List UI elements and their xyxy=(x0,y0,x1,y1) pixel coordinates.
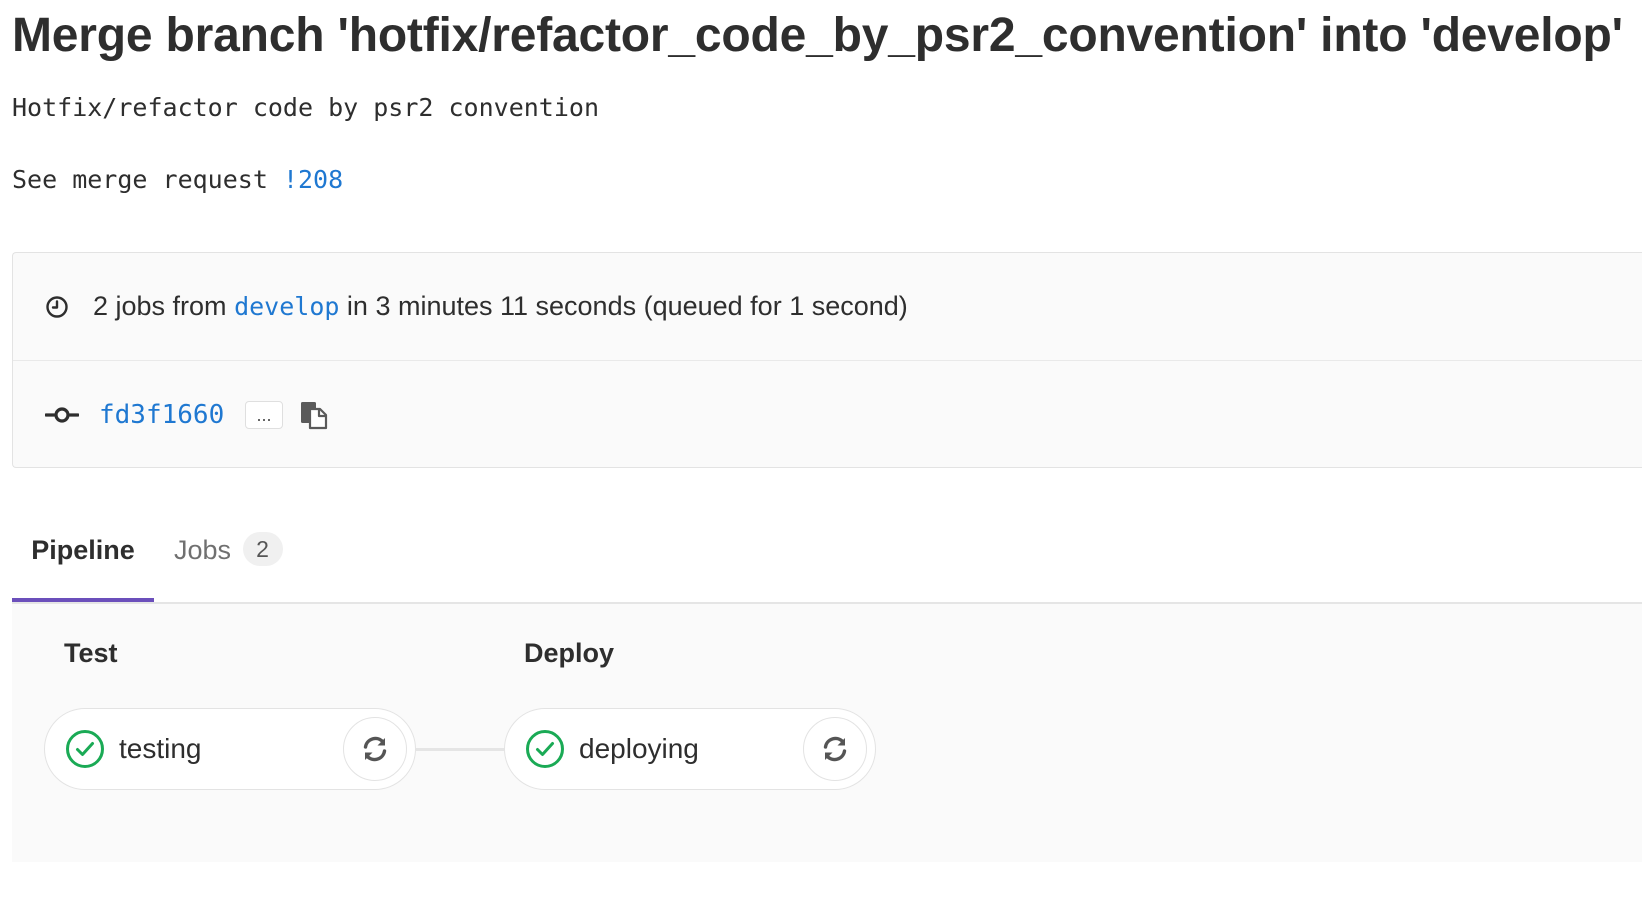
job-deploying[interactable]: deploying xyxy=(504,708,876,790)
tab-jobs[interactable]: Jobs 2 xyxy=(174,506,283,602)
commit-description-line: Hotfix/refactor code by psr2 convention xyxy=(12,93,599,122)
retry-icon xyxy=(363,736,387,762)
stage-title-test: Test xyxy=(64,638,118,668)
check-circle-icon xyxy=(526,730,564,768)
job-testing[interactable]: testing xyxy=(44,708,416,790)
pipeline-summary: 2 jobs from develop in 3 minutes 11 seco… xyxy=(93,289,908,324)
pipeline-info-box: 2 jobs from develop in 3 minutes 11 seco… xyxy=(12,252,1642,468)
merge-request-reference: See merge request !208 xyxy=(12,164,343,196)
pipeline-graph: Test Deploy testing deploying xyxy=(12,604,1642,862)
commit-icon xyxy=(45,406,79,423)
toggle-commit-description-button[interactable]: ... xyxy=(245,400,283,429)
branch-link[interactable]: develop xyxy=(234,292,339,321)
job-name: testing xyxy=(119,733,202,764)
retry-job-button[interactable] xyxy=(343,717,407,781)
duration-text: in 3 minutes 11 seconds (queued for 1 se… xyxy=(339,291,908,321)
merge-request-prefix: See merge request xyxy=(12,165,283,194)
merge-request-link[interactable]: !208 xyxy=(283,165,343,194)
retry-job-button[interactable] xyxy=(803,717,867,781)
job-name: deploying xyxy=(579,733,699,764)
clock-icon xyxy=(46,295,68,318)
commit-title: Merge branch 'hotfix/refactor_code_by_ps… xyxy=(12,9,1623,62)
jobs-count-text: 2 jobs from xyxy=(93,291,235,321)
commit-pipeline-page: Merge branch 'hotfix/refactor_code_by_ps… xyxy=(0,0,1642,918)
retry-icon xyxy=(823,736,847,762)
clipboard-icon[interactable] xyxy=(299,400,329,430)
pipeline-tabs: Pipeline Jobs 2 xyxy=(12,506,1642,604)
jobs-count-badge: 2 xyxy=(242,532,283,566)
commit-row: fd3f1660 ... xyxy=(13,361,1642,468)
commit-sha-link[interactable]: fd3f1660 xyxy=(99,400,224,430)
tab-jobs-label: Jobs xyxy=(174,535,232,565)
stage-connector xyxy=(416,748,504,751)
tab-pipeline[interactable]: Pipeline xyxy=(12,506,154,602)
stage-title-deploy: Deploy xyxy=(524,638,615,668)
check-circle-icon xyxy=(66,730,104,768)
tab-pipeline-label: Pipeline xyxy=(31,535,135,565)
pipeline-duration-row: 2 jobs from develop in 3 minutes 11 seco… xyxy=(13,253,1642,361)
